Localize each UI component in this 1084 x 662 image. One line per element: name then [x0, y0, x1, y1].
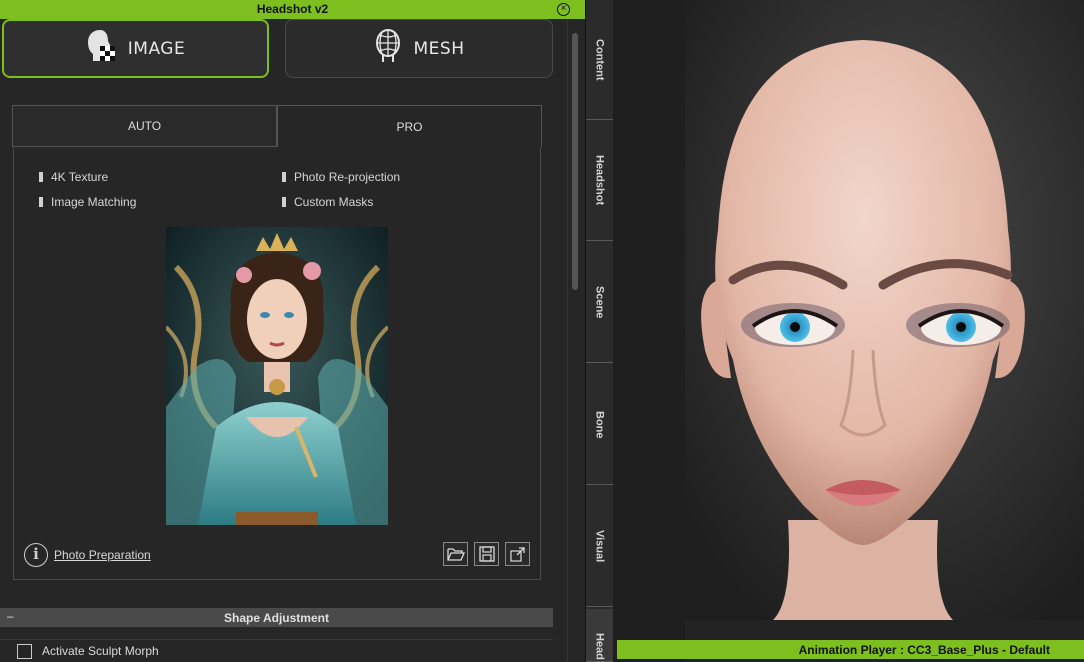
pro-content: 4K Texture Photo Re-projection Image Mat… [13, 147, 541, 580]
bullet-marker [282, 172, 286, 182]
side-tab-label: Scene [593, 286, 606, 319]
feature-custom-masks: Custom Masks [282, 195, 373, 209]
head-render [613, 0, 1084, 662]
side-tab-bone[interactable]: Bone [586, 365, 613, 485]
window-title: Headshot v2 [256, 2, 329, 16]
animation-player-status: Animation Player : CC3_Base_Plus - Defau… [798, 643, 1050, 657]
bullet-marker [39, 172, 43, 182]
info-icon[interactable]: i [24, 543, 48, 567]
sculpt-morph-row: Activate Sculpt Morph [0, 639, 553, 662]
save-button[interactable] [474, 542, 499, 566]
photo-preparation-link[interactable]: Photo Preparation [54, 548, 151, 562]
image-head-icon [86, 28, 118, 69]
export-button[interactable] [505, 542, 530, 566]
tab-pro[interactable]: PRO [277, 105, 542, 147]
image-mode-button[interactable]: IMAGE [2, 19, 269, 78]
side-tab-label: Visual [593, 530, 606, 563]
side-tab-label: Headshot [593, 155, 606, 206]
side-tab-label: Bone [593, 410, 606, 439]
panel-titlebar: Headshot v2 × [0, 0, 585, 19]
feature-label: Photo Re-projection [294, 170, 401, 184]
animation-player-bar: Animation Player : CC3_Base_Plus - Defau… [617, 640, 1084, 659]
side-tab-visual[interactable]: Visual [586, 487, 613, 607]
side-tab-headshot[interactable]: Headshot [586, 121, 613, 241]
tab-auto[interactable]: AUTO [12, 105, 277, 147]
side-tab-label: Head [593, 633, 606, 660]
shape-adjustment-header[interactable]: – Shape Adjustment [0, 608, 553, 627]
feature-label: Image Matching [51, 195, 137, 209]
sculpt-morph-checkbox[interactable] [17, 644, 32, 659]
close-icon[interactable]: × [557, 3, 570, 16]
side-tab-head[interactable]: Head [586, 609, 613, 662]
mesh-head-icon [374, 28, 404, 69]
section-title: Shape Adjustment [224, 611, 329, 625]
side-tab-strip: Content Headshot Scene Bone Visual Head [585, 0, 613, 662]
feature-image-matching: Image Matching [39, 195, 136, 209]
sub-tabs: AUTO PRO [12, 105, 542, 147]
image-mode-label: IMAGE [127, 38, 186, 59]
3d-viewport[interactable] [613, 0, 1084, 662]
source-photo[interactable] [166, 227, 388, 525]
save-icon [478, 546, 495, 562]
feature-photo-reprojection: Photo Re-projection [282, 170, 400, 184]
feature-4k-texture: 4K Texture [39, 170, 108, 184]
side-tab-content[interactable]: Content [586, 0, 613, 120]
open-folder-button[interactable] [443, 542, 468, 566]
side-tab-scene[interactable]: Scene [586, 243, 613, 363]
bullet-marker [39, 197, 43, 207]
open-folder-icon [446, 548, 465, 561]
mesh-mode-button[interactable]: MESH [285, 19, 553, 78]
panel-scrollbar[interactable] [567, 19, 581, 662]
headshot-panel: Headshot v2 × IMAGE MESH AUTO PRO 4K Tex… [0, 0, 585, 662]
app-root: Headshot v2 × IMAGE MESH AUTO PRO 4K Tex… [0, 0, 1084, 662]
mesh-mode-label: MESH [413, 38, 465, 59]
sculpt-morph-label: Activate Sculpt Morph [42, 644, 159, 658]
scrollbar-thumb[interactable] [572, 33, 578, 290]
feature-label: Custom Masks [294, 195, 374, 209]
export-icon [509, 547, 525, 562]
feature-label: 4K Texture [51, 170, 109, 184]
side-tab-label: Content [593, 38, 606, 81]
bullet-marker [282, 197, 286, 207]
